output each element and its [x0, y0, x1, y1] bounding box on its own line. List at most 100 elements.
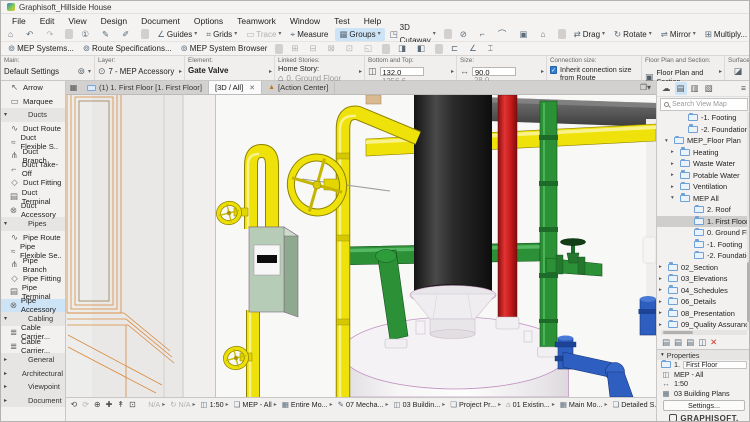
pen-set-dropdown[interactable]: ✎ 07 Mecha... ▸	[336, 400, 391, 409]
tab-overview-icon[interactable]: ▦	[66, 81, 81, 94]
orientation-dropdown[interactable]: ↻ N/A ▸	[168, 400, 197, 409]
renovation-filter-dropdown[interactable]: ⌂ 01 Existin... ▸	[504, 400, 557, 409]
tree-item-08-presentation[interactable]: ▸ 08_Presentation	[657, 308, 750, 320]
new-tab-icon[interactable]: ❐▾	[635, 81, 656, 94]
tree-item-ground-floor[interactable]: 0. Ground Floor	[657, 227, 750, 239]
guides-button[interactable]: ∠ Guides ▾	[153, 28, 201, 41]
send-backward-icon[interactable]: ◧	[413, 42, 431, 55]
mep-systems-button[interactable]: ⊚ MEP Systems...	[4, 42, 78, 55]
measure-button[interactable]: ⌖ Measure	[286, 28, 334, 41]
tree-horizontal-scrollbar[interactable]	[661, 330, 747, 335]
tool-pipe-branch[interactable]: ⋔ Pipe Branch	[1, 258, 65, 272]
tree-item-heating[interactable]: ▸ Heating	[657, 147, 750, 159]
toolbar-button[interactable]	[141, 29, 149, 39]
tree-item-06-details[interactable]: ▸ 06_Details	[657, 296, 750, 308]
groups-button[interactable]: ▦ Groups ▾	[335, 28, 384, 41]
toolbar-button[interactable]	[275, 44, 283, 54]
toolbar-button[interactable]	[435, 44, 443, 54]
menu-item[interactable]: Document	[134, 16, 187, 26]
toolbox-section-architectural[interactable]: ▸ Architectural	[1, 366, 65, 380]
rotate-button[interactable]: ↻ Rotate ▾	[610, 28, 656, 41]
inherit-connection-checkbox[interactable]: ✓	[550, 66, 557, 74]
tree-item-footing-b[interactable]: -1. Footing	[657, 239, 750, 251]
publisher-icon[interactable]: ▧	[703, 82, 715, 95]
drag-button[interactable]: ⇄ Drag ▾	[570, 28, 609, 41]
redo-icon[interactable]: ↷	[42, 28, 61, 41]
distribute-icon[interactable]: ⌶	[484, 42, 499, 55]
tree-item-mep-floor-plan[interactable]: ▾ MEP_Floor Plan	[657, 135, 750, 147]
align-icon[interactable]: ⊏	[447, 42, 464, 55]
zoom-next-icon[interactable]: ⟳	[80, 400, 92, 409]
select-single-icon[interactable]: ①	[77, 28, 97, 41]
multiply-button[interactable]: ⊞ Multiply...	[701, 28, 750, 41]
close-tab-icon[interactable]: ✕	[249, 84, 255, 92]
tab-3d-all[interactable]: [3D / All] ✕	[209, 81, 262, 94]
inject-parameters-icon[interactable]: ✐	[118, 28, 137, 41]
flue-cylinder[interactable]	[414, 95, 492, 302]
structure-display-dropdown[interactable]: ▦ Entire Mo... ▸	[280, 400, 335, 409]
valve-settings-icon[interactable]: ⊚	[77, 66, 85, 77]
size-input[interactable]: 90.0	[472, 67, 516, 76]
menu-item[interactable]: Options	[187, 16, 230, 26]
menu-item[interactable]: View	[61, 16, 93, 26]
view-map-search[interactable]: Search View Map	[660, 98, 748, 111]
tree-item-waste-water[interactable]: ▸ Waste Water	[657, 158, 750, 170]
toolbar-button[interactable]	[65, 29, 73, 39]
new-folder-icon[interactable]: ▤	[662, 337, 670, 348]
heating-pipe-vertical[interactable]	[538, 101, 560, 357]
tree-item-first-floor[interactable]: 1. First Floor	[657, 216, 750, 228]
zoom-previous-icon[interactable]: ⟲	[68, 400, 80, 409]
gas-meter-box[interactable]	[249, 227, 298, 317]
tool-pipe-accessory[interactable]: ⊗ Pipe Accessory	[1, 299, 65, 313]
tool-duct-take-off[interactable]: ⌐ Duct Take-Off	[1, 163, 65, 177]
default-settings-label[interactable]: Default Settings	[4, 67, 59, 76]
toolbox-section-viewpoint[interactable]: ▸ Viewpoint	[1, 380, 65, 394]
section-depth-dropdown[interactable]: ❏ Detailed S... ▸	[611, 400, 657, 409]
menu-item[interactable]: Edit	[33, 16, 62, 26]
tree-item-foundation-b[interactable]: -2. Foundation	[657, 250, 750, 262]
tab-first-floor[interactable]: (1) 1. First Floor [1. First Floor]	[81, 81, 209, 94]
wall[interactable]	[66, 95, 216, 397]
top-elevation-input[interactable]: 132.0	[380, 67, 424, 76]
tab-action-center[interactable]: ▲ [Action Center]	[262, 81, 335, 94]
tree-item-footing-a[interactable]: -1. Footing	[657, 112, 750, 124]
model-view-options-dropdown[interactable]: ◫ 03 Buildin... ▸	[392, 400, 448, 409]
explore-icon[interactable]: ↟	[115, 400, 127, 409]
menu-item[interactable]: Test	[327, 16, 357, 26]
toolbar-button[interactable]	[382, 44, 390, 54]
zoom-level-dropdown[interactable]: N/A ▸	[144, 400, 167, 409]
red-pipe[interactable]	[496, 95, 519, 329]
menu-item[interactable]: File	[5, 16, 33, 26]
save-current-view-icon[interactable]: ◫	[698, 337, 706, 348]
toolbox-section-ducts[interactable]: ▾ Ducts	[1, 108, 65, 122]
tree-item-09-quality-assurance[interactable]: ▸ 09_Quality Assurance	[657, 319, 750, 330]
layer-value[interactable]: 7 - MEP Accessory	[109, 67, 175, 76]
tree-item-02-section[interactable]: ▸ 02_Section	[657, 262, 750, 274]
tree-item-roof[interactable]: 2. Roof	[657, 204, 750, 216]
tree-item-foundation-a[interactable]: -2. Foundation	[657, 124, 750, 136]
tree-item-04-schedules[interactable]: ▸ 04_Schedules	[657, 285, 750, 297]
fit-in-window-icon[interactable]: ⊡	[127, 400, 139, 409]
resize-icon[interactable]: ▣	[515, 28, 535, 41]
menu-item[interactable]: Help	[357, 16, 388, 26]
adjust-icon[interactable]: ⌐	[476, 28, 493, 41]
toolbar-button[interactable]	[558, 29, 566, 39]
new-viewpoint-icon[interactable]: ▤	[674, 337, 682, 348]
zoom-in-icon[interactable]: ⊕	[91, 400, 103, 409]
pick-up-parameters-icon[interactable]: ✎	[98, 28, 117, 41]
dimensions-dropdown[interactable]: ▦ Main Mo... ▸	[558, 400, 610, 409]
mirror-button[interactable]: ⇌ Mirror ▾	[657, 28, 700, 41]
clone-folder-icon[interactable]: ▤	[686, 337, 694, 348]
tree-item-03-elevations[interactable]: ▸ 03_Elevations	[657, 273, 750, 285]
tree-item-potable-water[interactable]: ▸ Potable Water	[657, 170, 750, 182]
fillet-icon[interactable]: ⌒	[494, 28, 515, 41]
group-icon[interactable]: ⊞	[287, 42, 304, 55]
surface-painter-icon[interactable]: ◪	[734, 66, 743, 77]
autogroup-icon[interactable]: ⊠	[324, 42, 341, 55]
view-map-icon[interactable]: ▤	[675, 82, 687, 95]
angle-icon[interactable]: ∠	[465, 42, 483, 55]
settings-button[interactable]: Settings...	[663, 400, 745, 411]
toolbox-section-document[interactable]: ▸ Document	[1, 394, 65, 408]
menu-item[interactable]: Window	[283, 16, 327, 26]
project-chooser-icon[interactable]: ☁	[660, 82, 673, 95]
